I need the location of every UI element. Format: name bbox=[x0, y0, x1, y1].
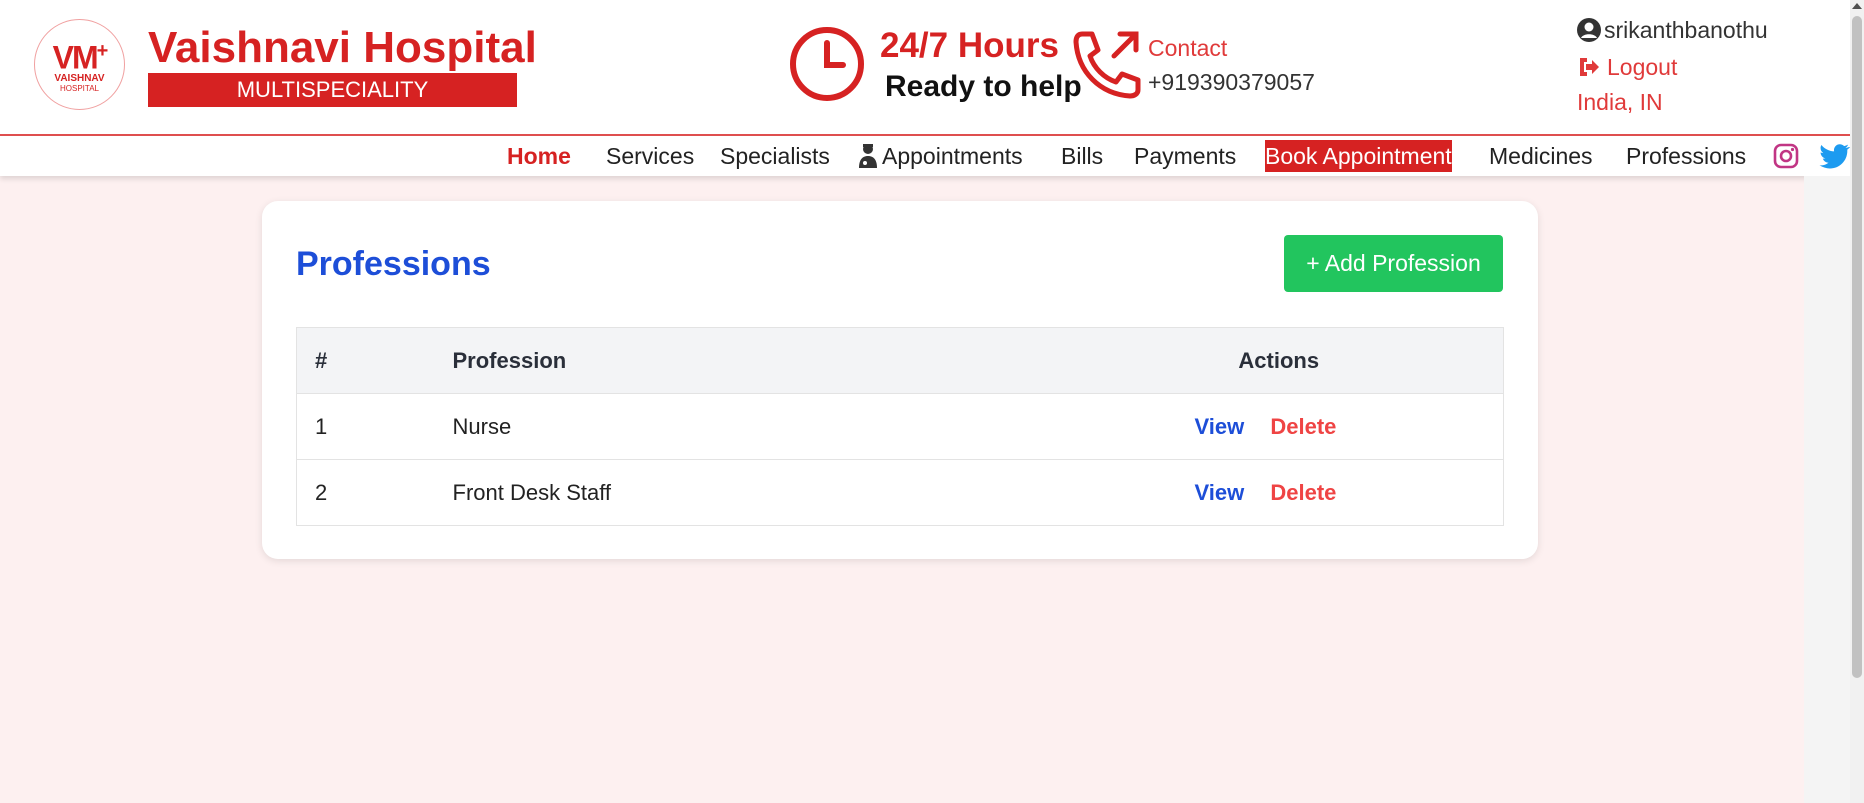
row-profession: Nurse bbox=[434, 393, 1055, 460]
row-num: 1 bbox=[296, 393, 435, 460]
table-header-row: # Profession Actions bbox=[296, 327, 1504, 394]
row-actions: View Delete bbox=[1054, 459, 1504, 526]
delete-button[interactable]: Delete bbox=[1270, 414, 1336, 439]
brand-title: Vaishnavi Hospital bbox=[148, 23, 537, 72]
nav-book-appointment[interactable]: Book Appointment bbox=[1265, 140, 1452, 172]
header-actions: Actions bbox=[1054, 327, 1504, 394]
table-row: 2 Front Desk Staff View Delete bbox=[296, 459, 1504, 526]
hours-title: 24/7 Hours bbox=[880, 26, 1059, 65]
nav-specialists[interactable]: Specialists bbox=[720, 141, 830, 171]
site-header: VM+ VAISHNAV HOSPITAL Vaishnavi Hospital… bbox=[0, 0, 1850, 134]
header-num: # bbox=[296, 327, 435, 394]
page-title: Professions bbox=[296, 245, 491, 283]
nav-home[interactable]: Home bbox=[507, 141, 571, 171]
logo-line2: HOSPITAL bbox=[60, 83, 99, 93]
row-profession: Front Desk Staff bbox=[434, 459, 1055, 526]
clock-icon bbox=[790, 27, 864, 101]
user-circle-icon bbox=[1577, 18, 1601, 42]
table-row: 1 Nurse View Delete bbox=[296, 393, 1504, 460]
locale-label: India, IN bbox=[1577, 89, 1663, 115]
doctor-icon bbox=[859, 144, 877, 168]
username: srikanthbanothu bbox=[1604, 17, 1768, 43]
logout-icon bbox=[1580, 58, 1599, 76]
contact-phone[interactable]: +919390379057 bbox=[1148, 68, 1315, 96]
scroll-up-icon[interactable] bbox=[1852, 3, 1862, 9]
hospital-logo[interactable]: VM+ VAISHNAV HOSPITAL bbox=[34, 19, 125, 110]
logo-plus-icon: + bbox=[96, 40, 109, 63]
right-gutter bbox=[1804, 176, 1850, 803]
nav-services[interactable]: Services bbox=[606, 141, 694, 171]
main-nav: Home Services Specialists Appointments B… bbox=[0, 136, 1850, 176]
nav-professions[interactable]: Professions bbox=[1626, 141, 1746, 171]
user-account[interactable]: srikanthbanothu bbox=[1576, 15, 1768, 45]
nav-payments[interactable]: Payments bbox=[1134, 141, 1236, 171]
row-num: 2 bbox=[296, 459, 435, 526]
nav-appointments[interactable]: Appointments bbox=[857, 141, 1023, 171]
contact-link[interactable]: Contact bbox=[1148, 34, 1227, 62]
phone-outgoing-icon bbox=[1073, 31, 1141, 99]
add-profession-button[interactable]: + Add Profession bbox=[1284, 235, 1503, 292]
logo-line1: VAISHNAV bbox=[54, 72, 105, 84]
instagram-icon[interactable] bbox=[1772, 142, 1800, 170]
nav-medicines[interactable]: Medicines bbox=[1489, 141, 1593, 171]
logout-link[interactable]: Logout bbox=[1577, 52, 1677, 82]
brand-subtitle: MULTISPECIALITY bbox=[148, 73, 517, 107]
view-button[interactable]: View bbox=[1195, 414, 1245, 439]
logo-mark: VM bbox=[52, 39, 99, 76]
nav-appointments-label: Appointments bbox=[882, 143, 1023, 169]
professions-table: # Profession Actions 1 Nurse View Delete… bbox=[296, 327, 1504, 526]
twitter-icon[interactable] bbox=[1819, 142, 1850, 170]
row-actions: View Delete bbox=[1054, 393, 1504, 460]
view-button[interactable]: View bbox=[1195, 480, 1245, 505]
professions-card: Professions + Add Profession # Professio… bbox=[262, 201, 1538, 559]
scrollbar-thumb[interactable] bbox=[1852, 16, 1862, 678]
logout-label: Logout bbox=[1607, 54, 1678, 80]
hours-subtitle: Ready to help bbox=[885, 70, 1082, 103]
nav-bills[interactable]: Bills bbox=[1061, 141, 1103, 171]
header-profession: Profession bbox=[434, 327, 1055, 394]
delete-button[interactable]: Delete bbox=[1270, 480, 1336, 505]
